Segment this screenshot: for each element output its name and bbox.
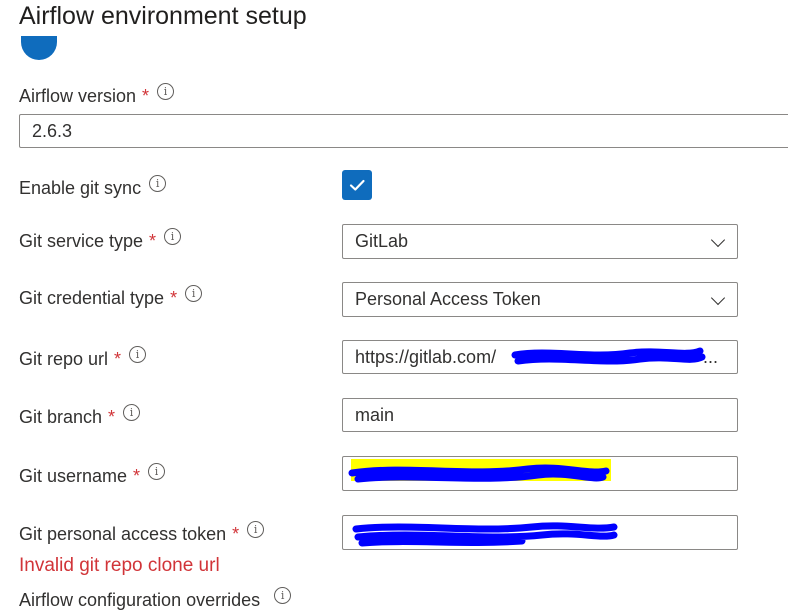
git-service-type-dropdown[interactable]: GitLab	[342, 224, 738, 259]
git-branch-input[interactable]: main	[342, 398, 738, 432]
git-branch-label: Git branch * i	[19, 403, 141, 429]
git-branch-value: main	[355, 404, 395, 425]
info-icon[interactable]: i	[274, 586, 292, 604]
info-icon[interactable]: i	[157, 82, 175, 100]
info-icon[interactable]: i	[164, 227, 182, 245]
git-repo-url-label-text: Git repo url	[19, 349, 109, 369]
git-repo-error-message: Invalid git repo clone url	[19, 555, 220, 576]
git-token-label-text: Git personal access token	[19, 524, 227, 544]
git-repo-url-label: Git repo url * i	[19, 345, 147, 371]
git-service-type-label-text: Git service type	[19, 231, 144, 251]
required-marker: *	[149, 231, 157, 251]
airflow-version-label: Airflow version * i	[19, 82, 175, 108]
airflow-config-overrides-label-text: Airflow configuration overrides	[19, 590, 261, 610]
required-marker: *	[133, 466, 141, 486]
info-icon[interactable]: i	[185, 284, 203, 302]
git-username-input[interactable]	[342, 456, 738, 491]
airflow-config-overrides-label: Airflow configuration overrides i	[19, 586, 292, 612]
required-marker: *	[142, 86, 150, 106]
git-repo-url-input[interactable]: https://gitlab.com/ ...	[342, 340, 738, 374]
enable-git-sync-label-text: Enable git sync	[19, 178, 142, 198]
enable-git-sync-label: Enable git sync i	[19, 174, 167, 200]
airflow-version-value: 2.6.3	[32, 120, 73, 141]
git-credential-type-label-text: Git credential type	[19, 288, 165, 308]
required-marker: *	[170, 288, 178, 308]
git-token-input[interactable]	[342, 515, 738, 550]
info-icon[interactable]: i	[149, 174, 167, 192]
info-icon[interactable]: i	[123, 403, 141, 421]
git-branch-label-text: Git branch	[19, 407, 103, 427]
git-username-label-text: Git username	[19, 466, 128, 486]
step-indicator	[21, 36, 57, 60]
git-credential-type-value: Personal Access Token	[355, 289, 541, 309]
git-service-type-value: GitLab	[355, 231, 409, 251]
git-credential-type-dropdown[interactable]: Personal Access Token	[342, 282, 738, 317]
required-marker: *	[108, 407, 116, 427]
enable-git-sync-checkbox[interactable]	[342, 170, 372, 200]
required-marker: *	[114, 349, 122, 369]
required-marker: *	[232, 524, 240, 544]
info-icon[interactable]: i	[129, 345, 147, 363]
git-token-label: Git personal access token * i	[19, 520, 265, 546]
git-credential-type-label: Git credential type * i	[19, 284, 203, 310]
git-username-label: Git username * i	[19, 462, 166, 488]
chevron-down-icon	[710, 290, 726, 305]
airflow-version-input[interactable]: 2.6.3	[19, 114, 788, 148]
truncation-ellipsis: ...	[703, 346, 719, 367]
page-title: Airflow environment setup	[19, 2, 307, 30]
info-icon[interactable]: i	[247, 520, 265, 538]
checkmark-icon	[349, 179, 365, 191]
git-service-type-label: Git service type * i	[19, 227, 182, 253]
git-repo-url-value: https://gitlab.com/	[355, 346, 497, 367]
info-icon[interactable]: i	[148, 462, 166, 480]
airflow-version-label-text: Airflow version	[19, 86, 137, 106]
chevron-down-icon	[710, 232, 726, 247]
